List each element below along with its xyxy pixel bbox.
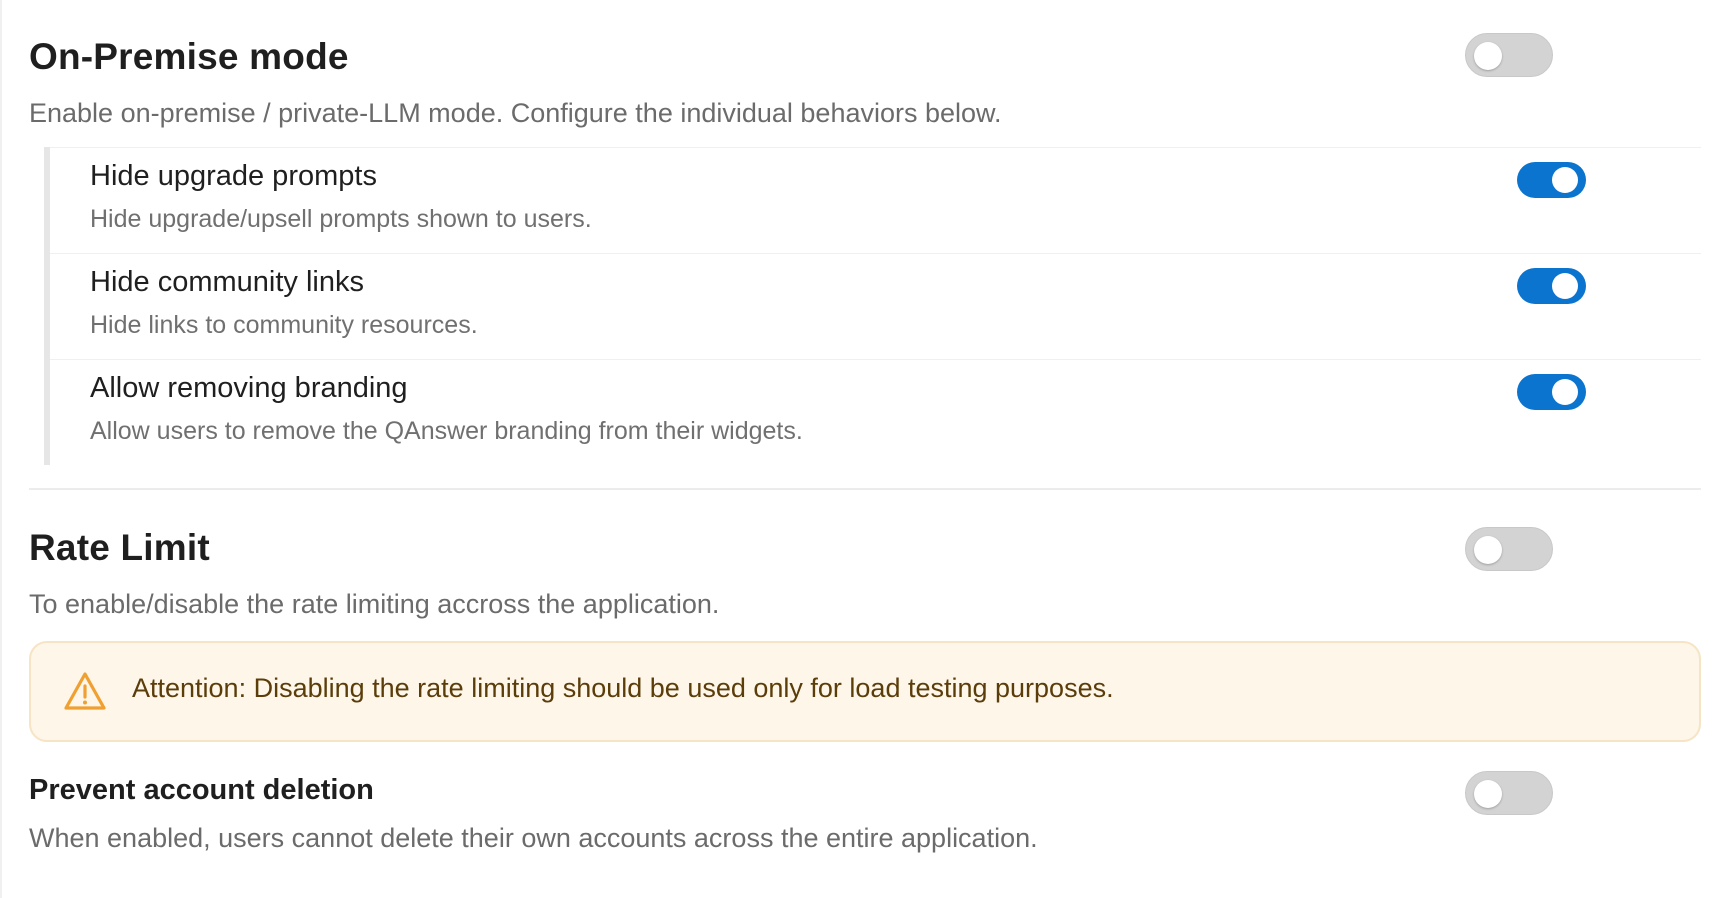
on-premise-options: Hide upgrade prompts Hide upgrade/upsell… [44, 147, 1707, 465]
toggle-knob [1474, 780, 1502, 808]
prevent-deletion-description: When enabled, users cannot delete their … [29, 823, 1038, 853]
hide-upgrade-prompts-toggle[interactable] [1517, 162, 1586, 198]
hide-community-links-toggle[interactable] [1517, 268, 1586, 304]
option-hide-community-links: Hide community links Hide links to commu… [50, 253, 1701, 360]
rate-limit-warning-alert: Attention: Disabling the rate limiting s… [29, 641, 1701, 742]
allow-removing-branding-toggle[interactable] [1517, 374, 1586, 410]
on-premise-toggle[interactable] [1465, 33, 1553, 77]
rate-limit-title: Rate Limit [29, 527, 210, 568]
option-title: Hide community links [90, 266, 364, 298]
toggle-knob [1552, 167, 1578, 193]
warning-triangle-icon [64, 672, 106, 710]
option-description: Hide links to community resources. [90, 311, 478, 339]
option-allow-removing-branding: Allow removing branding Allow users to r… [50, 359, 1701, 466]
toggle-knob [1474, 536, 1502, 564]
prevent-deletion-title: Prevent account deletion [29, 774, 374, 806]
option-hide-upgrade-prompts: Hide upgrade prompts Hide upgrade/upsell… [50, 147, 1701, 254]
section-divider [29, 488, 1701, 490]
prevent-deletion-toggle[interactable] [1465, 771, 1553, 815]
on-premise-title: On-Premise mode [29, 36, 349, 77]
option-title: Hide upgrade prompts [90, 160, 377, 192]
on-premise-description: Enable on-premise / private-LLM mode. Co… [29, 98, 1002, 128]
alert-message: Attention: Disabling the rate limiting s… [132, 673, 1114, 703]
toggle-knob [1474, 42, 1502, 70]
toggle-knob [1552, 273, 1578, 299]
left-border [0, 0, 2, 898]
option-description: Hide upgrade/upsell prompts shown to use… [90, 205, 592, 233]
rate-limit-toggle[interactable] [1465, 527, 1553, 571]
rate-limit-description: To enable/disable the rate limiting accr… [29, 589, 720, 619]
settings-page: On-Premise mode Enable on-premise / priv… [0, 0, 1718, 898]
option-title: Allow removing branding [90, 372, 408, 404]
option-description: Allow users to remove the QAnswer brandi… [90, 417, 803, 445]
toggle-knob [1552, 379, 1578, 405]
